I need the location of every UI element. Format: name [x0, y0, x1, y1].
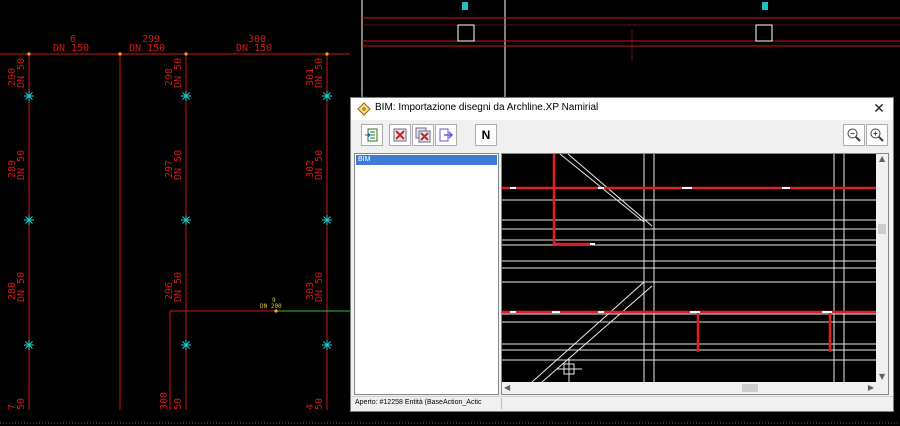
dialog-toolbar: N — [351, 120, 893, 150]
scroll-right-arrow-icon[interactable]: ▶ — [868, 383, 874, 393]
dialog-title: BIM: Importazione disegni da Archline.XP… — [375, 102, 599, 113]
magnifier-plus-icon — [870, 128, 884, 142]
status-bar: Aperto: #12258 Entità (BaseAction_Actic — [351, 396, 893, 411]
zoom-in-button[interactable] — [866, 124, 888, 146]
cad-label: DN 50 — [314, 272, 325, 302]
horizontal-scrollbar[interactable]: ◀ ▶ — [502, 382, 876, 394]
cad-label: DN 150 — [53, 43, 89, 54]
cad-label: 300 — [159, 392, 170, 410]
export-button[interactable] — [435, 124, 457, 146]
import-list-icon — [365, 128, 378, 142]
scroll-left-arrow-icon[interactable]: ◀ — [504, 383, 510, 393]
dialog-titlebar[interactable]: BIM: Importazione disegni da Archline.XP… — [351, 98, 893, 120]
delete-button[interactable] — [389, 124, 411, 146]
cad-label: DN 50 — [173, 150, 184, 180]
scroll-up-arrow-icon[interactable]: ▲ — [879, 154, 885, 164]
import-list-button[interactable] — [361, 124, 383, 146]
delete-icon — [393, 128, 407, 142]
cad-label: DN 200 — [260, 303, 282, 310]
preview-drawing — [502, 154, 876, 382]
import-dialog: BIM: Importazione disegni da Archline.XP… — [350, 97, 894, 412]
drawing-tree[interactable]: BIM — [354, 153, 499, 395]
tree-item-bim[interactable]: BIM — [356, 155, 497, 165]
scroll-down-arrow-icon[interactable]: ▼ — [879, 372, 885, 382]
cad-label: 50 — [314, 398, 325, 410]
cad-label: DN 50 — [173, 272, 184, 302]
cad-label: DN 50 — [16, 150, 27, 180]
cad-label: 50 — [16, 398, 27, 410]
cad-label: DN 50 — [314, 150, 325, 180]
n-button[interactable]: N — [475, 124, 497, 146]
cad-label: DN 50 — [16, 272, 27, 302]
status-text: Aperto: #12258 Entità (BaseAction_Actic — [355, 399, 482, 406]
vertical-scrollbar[interactable]: ▲ ▼ — [876, 154, 888, 394]
status-panel — [501, 398, 890, 409]
zoom-out-button[interactable] — [843, 124, 865, 146]
vertical-scroll-thumb[interactable] — [878, 224, 886, 234]
cad-label: DN 150 — [236, 43, 272, 54]
cad-label: 50 — [173, 398, 184, 410]
cad-label: DN 50 — [314, 58, 325, 88]
export-icon — [439, 128, 454, 142]
cad-label: DN 50 — [16, 58, 27, 88]
horizontal-scroll-thumb[interactable] — [742, 384, 758, 392]
cad-label: DN 50 — [173, 58, 184, 88]
close-button[interactable]: ✕ — [865, 98, 893, 120]
cad-label: DN 150 — [129, 43, 165, 54]
drawing-preview[interactable]: ▲ ▼ ◀ ▶ — [501, 153, 889, 395]
delete-all-button[interactable] — [412, 124, 434, 146]
bim-app-icon — [357, 102, 371, 116]
magnifier-minus-icon — [847, 128, 861, 142]
delete-all-icon — [415, 127, 431, 143]
